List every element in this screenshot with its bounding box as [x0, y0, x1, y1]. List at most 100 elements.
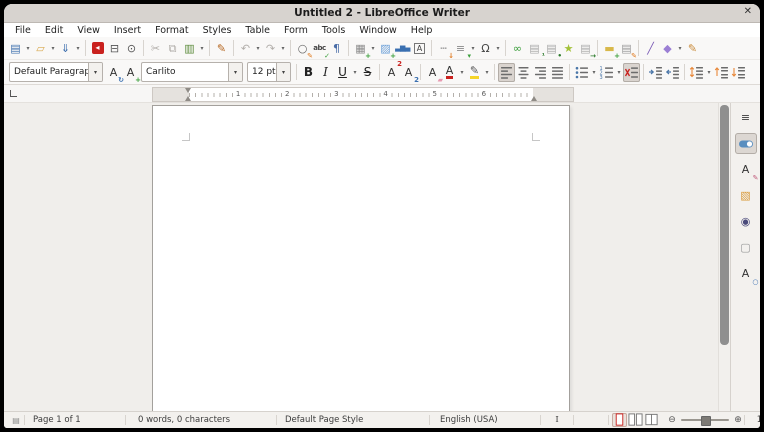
menu-tools[interactable]: Tools — [315, 25, 352, 36]
basic-shapes-dropdown[interactable]: ▾ — [676, 45, 684, 52]
underline[interactable]: U — [334, 63, 351, 82]
navigator-deck[interactable]: ◉ — [735, 211, 757, 232]
save[interactable]: ⇓ — [57, 39, 74, 58]
tab-stop-selector-icon[interactable] — [10, 90, 17, 97]
vertical-scrollbar[interactable] — [718, 103, 730, 411]
subscript[interactable]: A2 — [400, 63, 417, 82]
page-style-status[interactable]: Default Page Style — [277, 415, 429, 425]
align-left[interactable] — [498, 63, 515, 82]
sidebar-settings[interactable]: ≡ — [735, 107, 757, 128]
paragraph-style-combobox[interactable]: Default Paragraph Style▾ — [9, 62, 103, 82]
insert-table-dropdown[interactable]: ▾ — [369, 45, 377, 52]
menu-insert[interactable]: Insert — [107, 25, 148, 36]
font-name-combobox[interactable]: Carlito▾ — [141, 62, 243, 82]
font-size-combobox[interactable]: 12 pt▾ — [247, 62, 291, 82]
align-center[interactable] — [515, 63, 532, 82]
insert-text-box[interactable]: A — [411, 39, 428, 58]
zoom-out-button[interactable]: ⊖ — [666, 415, 678, 425]
superscript[interactable]: A2 — [383, 63, 400, 82]
ordered-list-dropdown[interactable]: ▾ — [615, 69, 623, 76]
document-page[interactable] — [152, 105, 570, 411]
align-right[interactable] — [532, 63, 549, 82]
paste[interactable]: ▥ — [181, 39, 198, 58]
unordered-list[interactable] — [573, 63, 590, 82]
view-book[interactable] — [644, 413, 659, 427]
insert-endnote[interactable]: ▤• — [543, 39, 560, 58]
new-style[interactable]: A+ — [122, 63, 139, 82]
insert-hyperlink[interactable]: ∞ — [509, 39, 526, 58]
no-list[interactable] — [623, 63, 640, 82]
vertical-scrollbar-thumb[interactable] — [720, 105, 729, 345]
increase-indent[interactable] — [647, 63, 664, 82]
insert-image[interactable]: ▨+ — [377, 39, 394, 58]
insert-page-break[interactable]: ┄↓ — [435, 39, 452, 58]
line-spacing[interactable] — [688, 63, 705, 82]
undo[interactable]: ↶ — [237, 39, 254, 58]
redo-dropdown[interactable]: ▾ — [279, 45, 287, 52]
font-color-dropdown[interactable]: ▾ — [458, 69, 466, 76]
find-and-replace[interactable]: ○✎ — [294, 39, 311, 58]
clear-direct-formatting[interactable]: A▰ — [424, 63, 441, 82]
language-status[interactable]: English (USA) — [430, 415, 540, 425]
update-style[interactable]: A↻ — [105, 63, 122, 82]
italic[interactable]: I — [317, 63, 334, 82]
highlighting-color[interactable]: ✎ — [466, 63, 483, 82]
decrease-paragraph-spacing[interactable] — [730, 63, 747, 82]
styles-deck[interactable]: A✎ — [735, 159, 757, 180]
bold[interactable]: B — [300, 63, 317, 82]
redo[interactable]: ↷ — [262, 39, 279, 58]
insert-bookmark[interactable]: ★ — [560, 39, 577, 58]
font-color[interactable]: A — [441, 63, 458, 82]
cut[interactable]: ✂ — [147, 39, 164, 58]
show-draw-functions[interactable]: ✎ — [684, 39, 701, 58]
spelling-check[interactable]: abc✓ — [311, 39, 328, 58]
open-file-dropdown[interactable]: ▾ — [49, 45, 57, 52]
new-document[interactable]: ▤ — [7, 39, 24, 58]
page-number-status[interactable]: Page 1 of 1 — [25, 415, 125, 425]
insert-line[interactable]: ╱ — [642, 39, 659, 58]
menu-view[interactable]: View — [70, 25, 107, 36]
view-multi-page[interactable] — [628, 413, 643, 427]
paragraph-style-dropdown[interactable]: ▾ — [88, 63, 102, 81]
menu-edit[interactable]: Edit — [38, 25, 70, 36]
zoom-level[interactable]: 100% — [744, 415, 760, 425]
view-single-page[interactable] — [612, 413, 627, 427]
print[interactable]: ⊟ — [106, 39, 123, 58]
insert-footnote[interactable]: ▤¹ — [526, 39, 543, 58]
save-dropdown[interactable]: ▾ — [74, 45, 82, 52]
insert-table[interactable]: ▦+ — [352, 39, 369, 58]
insert-special-character-dropdown[interactable]: ▾ — [494, 45, 502, 52]
unordered-list-dropdown[interactable]: ▾ — [590, 69, 598, 76]
clone-formatting[interactable]: ✎ — [213, 39, 230, 58]
insert-field[interactable]: ≡▾ — [452, 39, 469, 58]
properties-deck[interactable] — [735, 133, 757, 154]
undo-dropdown[interactable]: ▾ — [254, 45, 262, 52]
word-count-status[interactable]: 0 words, 0 characters — [126, 415, 276, 425]
increase-paragraph-spacing[interactable] — [713, 63, 730, 82]
font-size-dropdown[interactable]: ▾ — [276, 63, 290, 81]
zoom-slider-thumb[interactable] — [701, 416, 711, 426]
highlighting-color-dropdown[interactable]: ▾ — [483, 69, 491, 76]
export-pdf[interactable]: ◂ — [89, 39, 106, 58]
zoom-slider[interactable] — [681, 419, 729, 421]
menu-window[interactable]: Window — [352, 25, 403, 36]
insert-cross-reference[interactable]: ▤→ — [577, 39, 594, 58]
open-file[interactable]: ▱ — [32, 39, 49, 58]
underline-dropdown[interactable]: ▾ — [351, 69, 359, 76]
print-preview[interactable]: ⊙ — [123, 39, 140, 58]
menu-help[interactable]: Help — [404, 25, 440, 36]
menu-table[interactable]: Table — [238, 25, 277, 36]
page-deck[interactable]: ▢ — [735, 237, 757, 258]
insert-chart[interactable]: ▃▆▄ — [394, 39, 411, 58]
paste-dropdown[interactable]: ▾ — [198, 45, 206, 52]
basic-shapes[interactable]: ◆ — [659, 39, 676, 58]
style-inspector-deck[interactable]: A○ — [735, 263, 757, 284]
right-indent-marker[interactable] — [531, 96, 537, 101]
new-document-dropdown[interactable]: ▾ — [24, 45, 32, 52]
gallery-deck[interactable]: ▧ — [735, 185, 757, 206]
strikethrough[interactable]: S — [359, 63, 376, 82]
insert-comment[interactable]: ▬+ — [601, 39, 618, 58]
selection-mode-status[interactable]: I — [541, 415, 573, 425]
line-spacing-dropdown[interactable]: ▾ — [705, 69, 713, 76]
formatting-marks[interactable]: ¶ — [328, 39, 345, 58]
